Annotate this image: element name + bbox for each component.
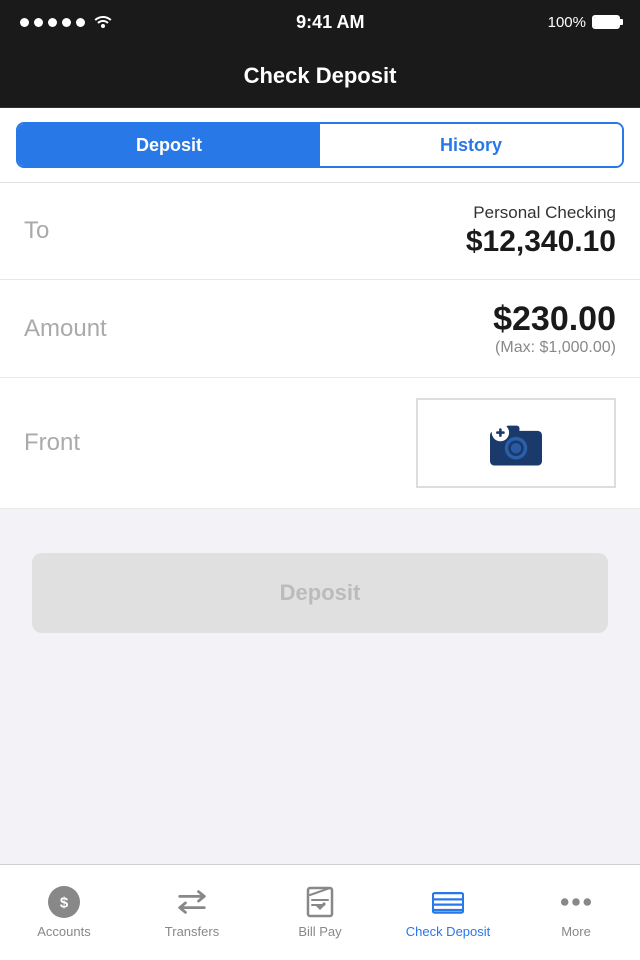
tab-accounts[interactable]: $ Accounts bbox=[0, 865, 128, 960]
accounts-label: Accounts bbox=[37, 924, 90, 939]
billpay-label: Bill Pay bbox=[298, 924, 341, 939]
amount-label: Amount bbox=[24, 315, 107, 343]
status-right: 100% bbox=[548, 14, 620, 31]
tab-bar: $ Accounts Transfers bbox=[0, 864, 640, 960]
signal-dots bbox=[20, 18, 85, 27]
accounts-icon: $ bbox=[48, 886, 80, 918]
account-balance: $12,340.10 bbox=[466, 225, 616, 258]
nav-bar: Check Deposit bbox=[0, 44, 640, 108]
checkdeposit-icon bbox=[432, 886, 464, 918]
account-name: Personal Checking bbox=[466, 203, 616, 223]
content-area: To Personal Checking $12,340.10 Amount $… bbox=[0, 183, 640, 509]
front-label: Front bbox=[24, 429, 80, 457]
more-icon bbox=[560, 886, 592, 918]
wifi-icon bbox=[93, 12, 113, 33]
status-time: 9:41 AM bbox=[296, 12, 364, 33]
svg-text:$: $ bbox=[60, 895, 69, 912]
amount-value: $230.00 bbox=[493, 300, 616, 339]
checkdeposit-label: Check Deposit bbox=[406, 924, 491, 939]
tab-checkdeposit[interactable]: Check Deposit bbox=[384, 865, 512, 960]
front-row: Front bbox=[0, 378, 640, 509]
deposit-button[interactable]: Deposit bbox=[32, 553, 608, 633]
battery-icon bbox=[592, 15, 620, 29]
status-bar: 9:41 AM 100% bbox=[0, 0, 640, 44]
segment-control: Deposit History bbox=[16, 122, 624, 168]
nav-title: Check Deposit bbox=[244, 63, 397, 89]
tab-transfers[interactable]: Transfers bbox=[128, 865, 256, 960]
more-label: More bbox=[561, 924, 591, 939]
transfers-icon bbox=[176, 886, 208, 918]
account-info: Personal Checking $12,340.10 bbox=[466, 203, 616, 259]
amount-info: $230.00 (Max: $1,000.00) bbox=[493, 300, 616, 357]
amount-max: (Max: $1,000.00) bbox=[493, 339, 616, 357]
camera-icon bbox=[484, 417, 548, 469]
segment-history[interactable]: History bbox=[320, 124, 622, 166]
status-left bbox=[20, 12, 113, 33]
segment-deposit[interactable]: Deposit bbox=[18, 124, 320, 166]
to-label: To bbox=[24, 217, 49, 245]
segment-container: Deposit History bbox=[0, 108, 640, 183]
battery-percent: 100% bbox=[548, 14, 586, 31]
section-separator bbox=[0, 509, 640, 529]
tab-more[interactable]: More bbox=[512, 865, 640, 960]
camera-button[interactable] bbox=[416, 398, 616, 488]
camera-icon-wrap bbox=[484, 417, 548, 469]
to-row[interactable]: To Personal Checking $12,340.10 bbox=[0, 183, 640, 280]
deposit-btn-container: Deposit bbox=[0, 529, 640, 657]
amount-row[interactable]: Amount $230.00 (Max: $1,000.00) bbox=[0, 280, 640, 378]
billpay-icon bbox=[304, 886, 336, 918]
transfers-label: Transfers bbox=[165, 924, 219, 939]
tab-billpay[interactable]: Bill Pay bbox=[256, 865, 384, 960]
